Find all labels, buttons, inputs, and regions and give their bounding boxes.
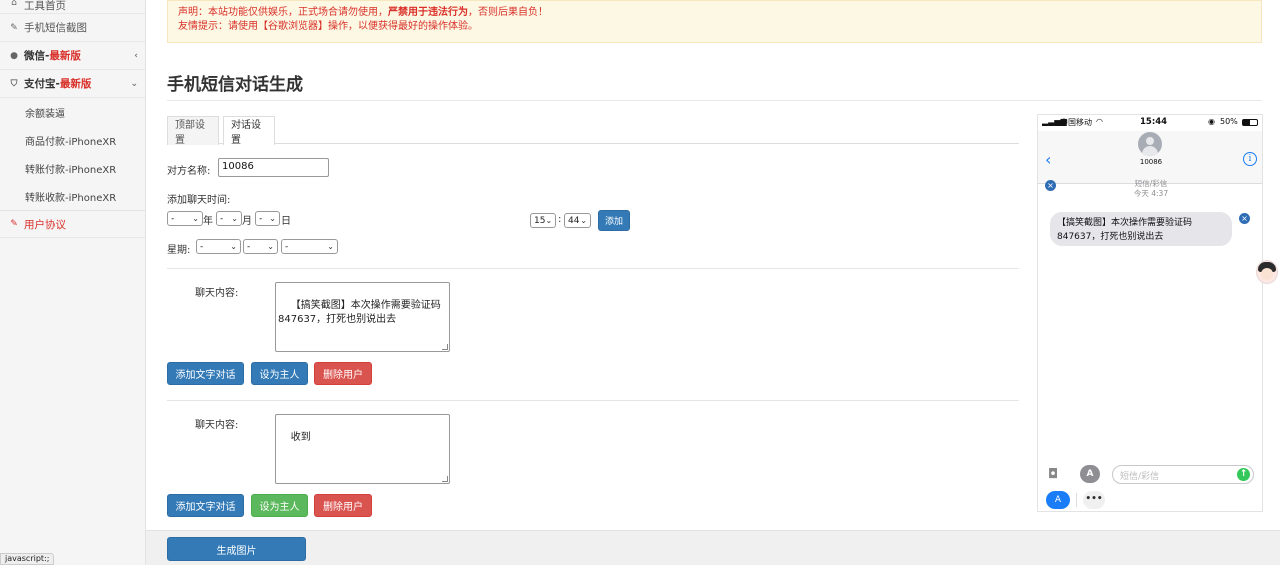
assistant-avatar[interactable]: [1256, 260, 1278, 284]
contact-avatar: [1138, 132, 1162, 156]
chevron-down-icon: ⌄: [545, 216, 553, 225]
hour-select[interactable]: 15 ⌄: [530, 213, 556, 228]
delete-user-button[interactable]: 删除用户: [314, 494, 372, 517]
sidebar-item-home[interactable]: ⌂ 工具首页: [0, 0, 145, 14]
tab-top-settings[interactable]: 顶部设置: [167, 116, 219, 146]
resize-handle-icon[interactable]: [442, 344, 448, 350]
phone-preview: ▂▃▅▆ 中国移动 ◠ 15:44 ◉ 50% ‹ 10086 i × 短信/彩…: [1037, 114, 1263, 512]
weekday-select-1[interactable]: - ⌄: [196, 239, 241, 254]
chevron-down-icon: ⌄: [269, 214, 276, 223]
set-owner-button[interactable]: 设为主人: [251, 362, 308, 385]
day-select[interactable]: - ⌄: [255, 211, 280, 226]
phone-clock: 15:44: [1140, 117, 1168, 127]
footer-bar: 生成图片: [146, 530, 1280, 565]
weekday-select-2[interactable]: - ⌄: [243, 239, 278, 254]
scissors-icon: ✎: [10, 22, 18, 33]
sidebar-subitem-transfer-payment[interactable]: 转账付款-iPhoneXR: [0, 154, 145, 182]
minute-select[interactable]: 44 ⌄: [564, 213, 591, 228]
app-store-icon[interactable]: A: [1046, 491, 1070, 509]
battery-icon: [1242, 119, 1258, 126]
page-title: 手机短信对话生成: [167, 75, 303, 95]
contact-name-label: 对方名称:: [167, 166, 211, 177]
close-icon[interactable]: ×: [1239, 213, 1250, 224]
sidebar-item-alipay[interactable]: ⛉ 支付宝 - 最新版 ⌄: [0, 70, 145, 98]
sidebar-subitem-product-payment[interactable]: 商品付款-iPhoneXR: [0, 126, 145, 154]
generate-image-button[interactable]: 生成图片: [167, 537, 306, 561]
contact-name: 10086: [1139, 158, 1163, 166]
sidebar-item-label: 手机短信截图: [24, 22, 87, 34]
home-icon: ⌂: [11, 0, 17, 8]
phone-compose-bar: ◘ A 短信/彩信 ↑ A •••: [1038, 457, 1262, 511]
browser-status-bar: javascript:;: [0, 553, 55, 565]
chat-content-label: 聊天内容:: [195, 288, 239, 299]
resize-handle-icon[interactable]: [442, 476, 448, 482]
rotation-lock-icon: ◉: [1208, 117, 1215, 126]
phone-header: ‹ 10086 i: [1038, 131, 1262, 184]
contact-name-input[interactable]: 10086: [218, 158, 329, 177]
message-type-timestamp: 短信/彩信 今天 4:37: [1133, 179, 1169, 198]
new-badge: 最新版: [49, 50, 81, 62]
chevron-left-icon: ‹: [134, 50, 138, 61]
add-time-button[interactable]: 添加: [598, 210, 630, 231]
camera-icon[interactable]: ◘: [1048, 467, 1058, 482]
add-text-dialog-button[interactable]: 添加文字对话: [167, 362, 244, 385]
year-unit: 年: [203, 216, 213, 227]
chevron-down-icon: ⌄: [192, 214, 199, 223]
sidebar-item-agreement[interactable]: ✎ 用户协议: [0, 210, 145, 238]
chevron-down-icon: ⌄: [327, 242, 334, 251]
sidebar-item-label: 支付宝: [24, 78, 56, 90]
sidebar: ⌂ 工具首页 ✎ 手机短信截图 ● 微信 - 最新版 ‹ ⛉ 支付宝 - 最新版…: [0, 0, 146, 565]
divider: [1076, 493, 1077, 507]
chevron-down-icon: ⌄: [580, 216, 587, 225]
wechat-icon: ●: [10, 50, 18, 61]
sidebar-item-label: 微信: [24, 50, 45, 62]
message-bubble: 【搞笑截图】本次操作需要验证码 847637，打死也别说出去: [1050, 212, 1232, 246]
chat-content-textarea[interactable]: 收到: [275, 414, 450, 484]
add-text-dialog-button[interactable]: 添加文字对话: [167, 494, 244, 517]
carrier-name: 中国移动: [1060, 118, 1092, 127]
tab-dialog-settings[interactable]: 对话设置: [223, 116, 275, 146]
phone-message-input[interactable]: 短信/彩信 ↑: [1112, 465, 1254, 484]
month-unit: 月: [242, 216, 252, 227]
chevron-down-icon: ⌄: [267, 242, 274, 251]
time-colon: :: [558, 214, 562, 225]
send-arrow-icon[interactable]: ↑: [1237, 468, 1250, 481]
notice-line-1: 声明：本站功能仅供娱乐，正式场合请勿使用，严禁用于违法行为，否则后果自负！: [178, 7, 548, 18]
sidebar-item-sms-screenshot[interactable]: ✎ 手机短信截图: [0, 14, 145, 42]
main-content: 声明：本站功能仅供娱乐，正式场合请勿使用，严禁用于违法行为，否则后果自负！ 友情…: [146, 0, 1280, 565]
sidebar-item-wechat[interactable]: ● 微信 - 最新版 ‹: [0, 42, 145, 70]
notice-line-2: 友情提示：请使用【谷歌浏览器】操作，以便获得最好的操作体验。: [178, 21, 478, 32]
info-icon[interactable]: i: [1243, 152, 1257, 166]
new-badge: 最新版: [59, 78, 92, 90]
year-select[interactable]: - ⌄: [167, 211, 203, 226]
chevron-down-icon: ⌄: [230, 242, 237, 251]
chat-content-textarea[interactable]: 【搞笑截图】本次操作需要验证码 847637，打死也别说出去: [275, 282, 450, 352]
set-owner-button[interactable]: 设为主人: [251, 494, 308, 517]
more-icon[interactable]: •••: [1083, 491, 1105, 509]
divider: [167, 268, 1019, 269]
scissors-icon: ✎: [10, 219, 18, 229]
add-time-label: 添加聊天时间:: [167, 195, 231, 206]
wifi-icon: ◠: [1096, 117, 1103, 126]
weekday-select-3[interactable]: - ⌄: [281, 239, 338, 254]
sidebar-subitem-transfer-receipt[interactable]: 转账收款-iPhoneXR: [0, 182, 145, 210]
weekday-label: 星期:: [167, 245, 191, 256]
shield-icon: ⛉: [10, 78, 18, 89]
tab-bar: 顶部设置 对话设置: [167, 116, 1019, 146]
chevron-down-icon: ⌄: [130, 78, 138, 89]
divider: [167, 100, 1262, 101]
app-store-icon[interactable]: A: [1080, 465, 1100, 483]
divider: [167, 400, 1019, 401]
chevron-down-icon: ⌄: [231, 214, 238, 223]
battery-percent: 50%: [1220, 117, 1238, 126]
day-unit: 日: [281, 216, 291, 227]
chat-content-label: 聊天内容:: [195, 420, 239, 431]
delete-user-button[interactable]: 删除用户: [314, 362, 372, 385]
sidebar-subitem-balance[interactable]: 余额装逼: [0, 98, 145, 126]
month-select[interactable]: - ⌄: [216, 211, 242, 226]
sidebar-item-label: 工具首页: [24, 0, 66, 12]
notice-banner: 声明：本站功能仅供娱乐，正式场合请勿使用，严禁用于违法行为，否则后果自负！ 友情…: [167, 0, 1262, 43]
sidebar-item-label: 用户协议: [24, 218, 66, 231]
